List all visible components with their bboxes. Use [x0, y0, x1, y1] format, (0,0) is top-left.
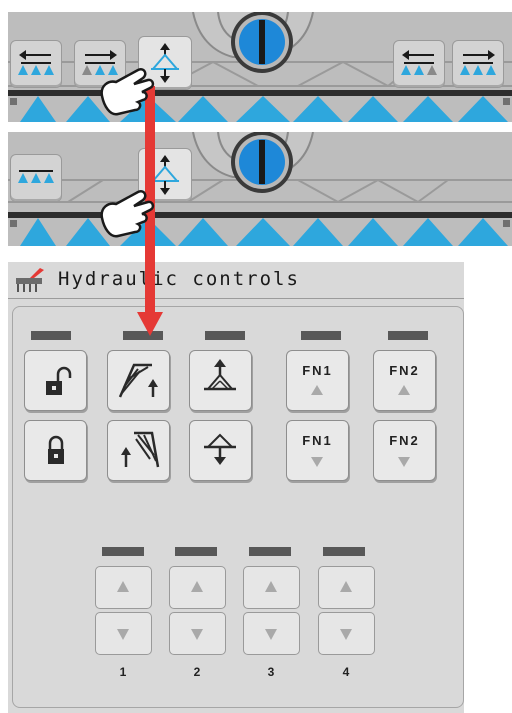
status-indicator	[205, 331, 245, 340]
arrow-up-icon	[340, 581, 352, 592]
section-1-down-button[interactable]	[95, 612, 152, 655]
section-number: 2	[193, 665, 201, 679]
unlock-icon	[46, 366, 72, 395]
section-indicator	[102, 547, 144, 556]
status-indicator	[388, 331, 428, 340]
status-indicator	[301, 331, 341, 340]
section-1-up-button[interactable]	[95, 566, 152, 609]
boom-center-gauge-icon	[231, 12, 293, 73]
boom-up-down-icon	[150, 43, 180, 83]
lock-button[interactable]	[24, 420, 87, 481]
section-4-up-button[interactable]	[318, 566, 375, 609]
arrow-up-icon	[265, 581, 277, 592]
controls-frame: FN1 FN2 FN1 FN2 1 2 3 4	[12, 306, 464, 708]
boom-strip-top	[8, 12, 512, 122]
boom-raise-button[interactable]	[189, 350, 252, 411]
fn1-down-button[interactable]: FN1	[286, 420, 349, 481]
right-shift-right-button[interactable]	[452, 40, 504, 88]
shift-right-icon	[460, 50, 496, 75]
section-indicator	[175, 547, 217, 556]
arrow-down-icon	[265, 629, 277, 640]
fold-up-button[interactable]	[107, 350, 170, 411]
section-3-down-button[interactable]	[243, 612, 300, 655]
shift-right-icon	[82, 50, 118, 75]
fn2-down-button[interactable]: FN2	[373, 420, 436, 481]
section-2-down-button[interactable]	[169, 612, 226, 655]
boom-up-down-button[interactable]	[138, 148, 192, 202]
section-indicator	[323, 547, 365, 556]
arrow-up-icon	[311, 385, 323, 395]
section-number: 4	[342, 665, 350, 679]
hydraulic-controls-panel: FN1 FN2 FN1 FN2 1 2 3 4	[8, 299, 464, 713]
status-indicator	[31, 331, 71, 340]
section-indicator	[249, 547, 291, 556]
section-number: 3	[267, 665, 275, 679]
fn2-up-button[interactable]: FN2	[373, 350, 436, 411]
boom-up-down-icon	[150, 155, 180, 195]
boom-center-gauge-icon	[231, 132, 293, 193]
boom-level-button[interactable]	[10, 154, 62, 202]
fold-down-icon	[121, 431, 160, 468]
arrow-down-icon	[311, 457, 323, 467]
arrow-down-icon	[398, 457, 410, 467]
arrow-down-icon	[117, 629, 129, 640]
fold-up-icon	[118, 363, 158, 398]
panel-header: Hydraulic controls	[8, 262, 464, 299]
unlock-button[interactable]	[24, 350, 87, 411]
shift-left-icon	[401, 50, 437, 75]
fn1-up-button[interactable]: FN1	[286, 350, 349, 411]
section-4-down-button[interactable]	[318, 612, 375, 655]
status-indicator	[123, 331, 163, 340]
shift-left-button[interactable]	[10, 40, 62, 88]
right-shift-left-button[interactable]	[393, 40, 445, 88]
shift-right-button[interactable]	[74, 40, 126, 88]
arrow-down-icon	[340, 629, 352, 640]
shift-left-icon	[18, 50, 54, 75]
arrow-up-icon	[117, 581, 129, 592]
fold-down-button[interactable]	[107, 420, 170, 481]
section-2-up-button[interactable]	[169, 566, 226, 609]
boom-level-icon	[18, 170, 54, 183]
boom-raise-icon	[204, 359, 236, 391]
page-title: Hydraulic controls	[58, 268, 300, 290]
boom-strip-bottom	[8, 132, 512, 246]
arrow-down-icon	[191, 629, 203, 640]
section-number: 1	[119, 665, 127, 679]
boom-lower-icon	[204, 433, 236, 465]
boom-lower-button[interactable]	[189, 420, 252, 481]
arrow-up-icon	[398, 385, 410, 395]
section-3-up-button[interactable]	[243, 566, 300, 609]
arrow-up-icon	[191, 581, 203, 592]
boom-up-down-button[interactable]	[138, 36, 192, 90]
sprayer-icon	[16, 268, 44, 292]
lock-icon	[48, 435, 64, 464]
